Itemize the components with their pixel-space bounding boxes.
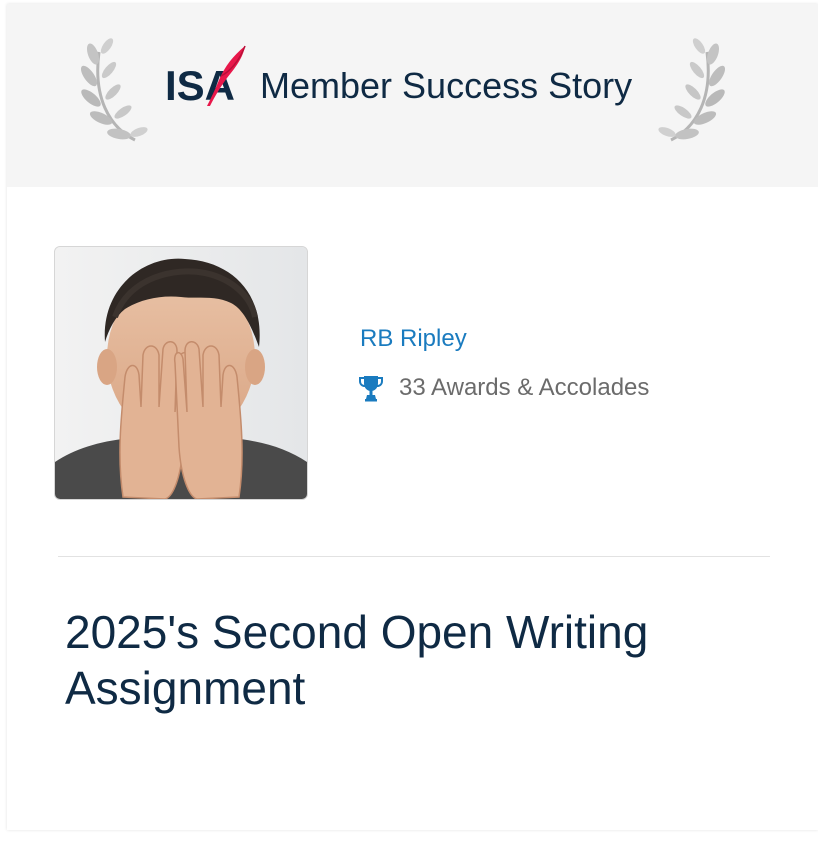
laurel-right-icon <box>658 38 726 142</box>
awards-count: 33 Awards & Accolades <box>399 374 650 401</box>
awards-row[interactable]: 33 Awards & Accolades <box>359 372 649 404</box>
divider <box>58 556 770 557</box>
header-banner: ISA Member Success Story <box>7 4 818 187</box>
banner-title: Member Success Story <box>260 65 633 106</box>
laurel-left-icon <box>80 38 148 142</box>
member-avatar[interactable] <box>54 246 308 500</box>
trophy-icon <box>359 376 383 402</box>
svg-text:ISA: ISA <box>165 62 235 108</box>
member-photo <box>55 247 307 499</box>
success-story-card: ISA Member Success Story RB Ripley 33 Aw… <box>7 4 818 830</box>
story-title[interactable]: 2025's Second Open Writing Assignment <box>65 604 765 716</box>
isa-logo: ISA <box>165 45 246 108</box>
member-name-link[interactable]: RB Ripley <box>360 324 467 354</box>
